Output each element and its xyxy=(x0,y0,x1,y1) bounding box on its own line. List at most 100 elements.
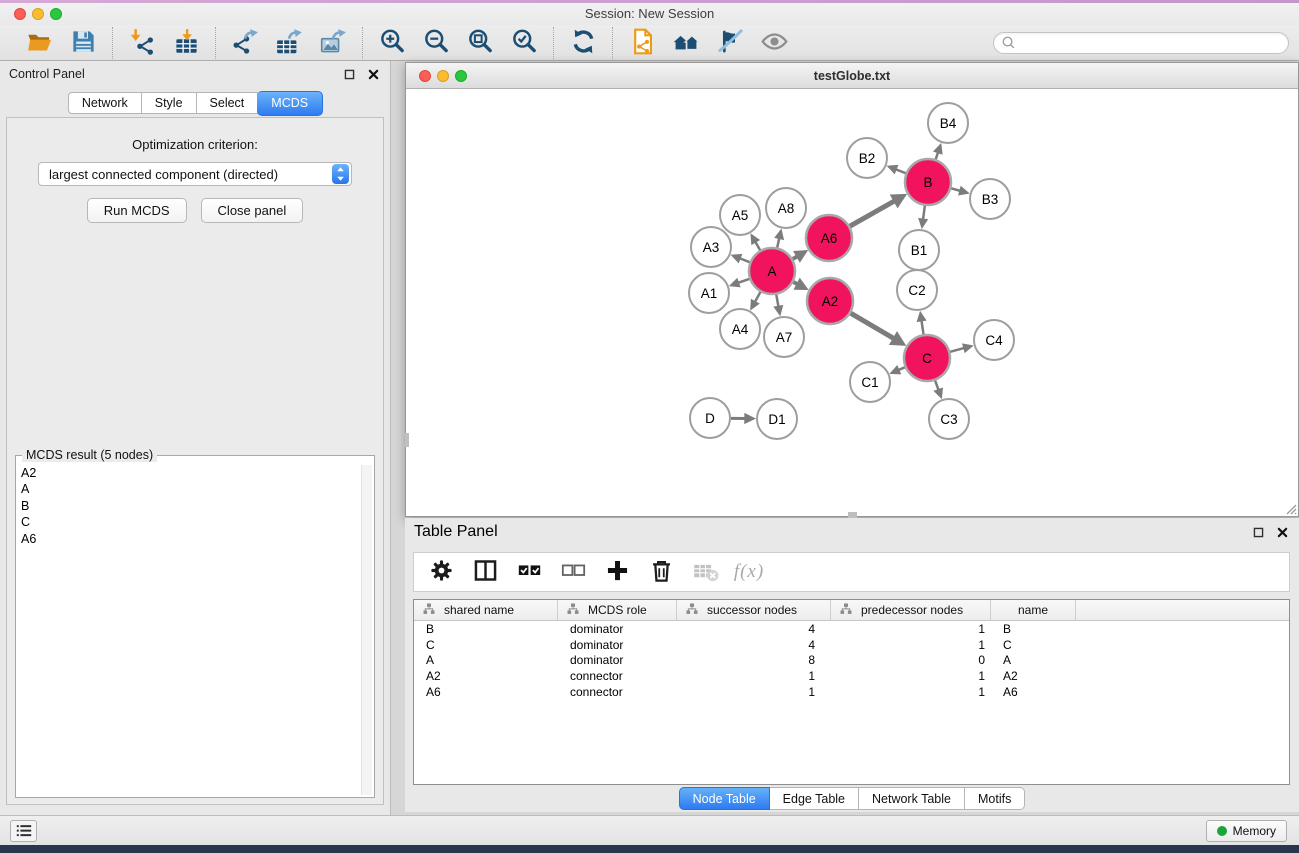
resize-grip-icon[interactable] xyxy=(1283,501,1297,515)
cell-name[interactable]: B xyxy=(991,622,1076,636)
export-network-button[interactable] xyxy=(227,28,263,58)
zoom-window-button[interactable] xyxy=(50,8,62,20)
cell-mcds-role[interactable]: dominator xyxy=(558,638,677,652)
graph-edge-C-C2[interactable] xyxy=(921,320,923,334)
cell-successor-nodes[interactable]: 4 xyxy=(677,622,831,636)
export-image-button[interactable] xyxy=(315,28,351,58)
zoom-fit-button[interactable] xyxy=(462,28,498,58)
cell-name[interactable]: C xyxy=(991,638,1076,652)
tab-select[interactable]: Select xyxy=(197,92,259,114)
cell-successor-nodes[interactable]: 4 xyxy=(677,638,831,652)
deselect-all-button[interactable] xyxy=(556,556,590,588)
cell-predecessor-nodes[interactable]: 1 xyxy=(831,669,991,683)
graph-edge-C-C1[interactable] xyxy=(898,367,905,370)
tab-style[interactable]: Style xyxy=(142,92,197,114)
zoom-selected-button[interactable] xyxy=(506,28,542,58)
network-close-button[interactable] xyxy=(419,70,431,82)
cell-shared-name[interactable]: C xyxy=(414,638,558,652)
zoom-out-button[interactable] xyxy=(418,28,454,58)
tab-motifs[interactable]: Motifs xyxy=(965,787,1025,810)
graph-edge-A-A7[interactable] xyxy=(776,295,778,307)
save-session-button[interactable] xyxy=(65,28,101,58)
settings-button[interactable] xyxy=(424,556,458,588)
table-panel-close-button[interactable] xyxy=(1274,524,1290,540)
open-file-button[interactable] xyxy=(21,28,57,58)
mcds-result-list[interactable]: A2ABCA6 xyxy=(19,465,360,794)
network-zoom-button[interactable] xyxy=(455,70,467,82)
task-history-button[interactable] xyxy=(10,820,37,842)
tab-network-table[interactable]: Network Table xyxy=(859,787,965,810)
cell-predecessor-nodes[interactable]: 1 xyxy=(831,685,991,699)
cell-name[interactable]: A xyxy=(991,653,1076,667)
cell-shared-name[interactable]: A xyxy=(414,653,558,667)
graph-edge-A-A5[interactable] xyxy=(755,242,760,250)
home-button[interactable] xyxy=(668,28,704,58)
delete-column-button[interactable] xyxy=(644,556,678,588)
column-header-mcds-role[interactable]: MCDS role xyxy=(558,600,677,620)
cell-mcds-role[interactable]: connector xyxy=(558,685,677,699)
column-header-successor-nodes[interactable]: successor nodes xyxy=(677,600,831,620)
cell-predecessor-nodes[interactable]: 0 xyxy=(831,653,991,667)
memory-button[interactable]: Memory xyxy=(1206,820,1287,842)
control-panel-close-button[interactable] xyxy=(365,66,381,82)
mcds-result-item[interactable]: A6 xyxy=(19,531,360,547)
cell-shared-name[interactable]: A6 xyxy=(414,685,558,699)
refresh-button[interactable] xyxy=(565,28,601,58)
zoom-in-button[interactable] xyxy=(374,28,410,58)
network-from-file-button[interactable] xyxy=(624,28,660,58)
mcds-result-item[interactable]: C xyxy=(19,514,360,530)
cell-successor-nodes[interactable]: 8 xyxy=(677,653,831,667)
graph-edge-A6-B[interactable] xyxy=(850,201,895,226)
dropdown-stepper-icon[interactable] xyxy=(332,164,349,184)
table-row[interactable]: Bdominator41B xyxy=(414,621,1289,637)
graph-edge-A-A1[interactable] xyxy=(738,279,749,283)
criterion-dropdown[interactable]: largest connected component (directed) xyxy=(38,162,352,186)
add-column-button[interactable] xyxy=(600,556,634,588)
function-builder-button[interactable]: f(x) xyxy=(732,556,766,588)
search-input[interactable] xyxy=(1016,36,1281,50)
column-header-predecessor-nodes[interactable]: predecessor nodes xyxy=(831,600,991,620)
column-header-name[interactable]: name xyxy=(991,600,1076,620)
graph-edge-C-C3[interactable] xyxy=(935,381,938,390)
hide-labels-button[interactable] xyxy=(712,28,748,58)
tab-mcds[interactable]: MCDS xyxy=(257,91,323,116)
cell-mcds-role[interactable]: dominator xyxy=(558,653,677,667)
minimize-window-button[interactable] xyxy=(32,8,44,20)
cell-shared-name[interactable]: A2 xyxy=(414,669,558,683)
cell-name[interactable]: A2 xyxy=(991,669,1076,683)
table-row[interactable]: A2connector11A2 xyxy=(414,668,1289,684)
graph-edge-C-C4[interactable] xyxy=(950,348,964,352)
table-row[interactable]: A6connector11A6 xyxy=(414,684,1289,700)
control-panel-float-button[interactable] xyxy=(341,66,357,82)
cell-shared-name[interactable]: B xyxy=(414,622,558,636)
tab-edge-table[interactable]: Edge Table xyxy=(770,787,859,810)
table-row[interactable]: Adominator80A xyxy=(414,653,1289,669)
graph-edge-B-B3[interactable] xyxy=(951,188,960,191)
cell-predecessor-nodes[interactable]: 1 xyxy=(831,622,991,636)
mcds-result-scrollbar[interactable] xyxy=(361,465,372,795)
cell-successor-nodes[interactable]: 1 xyxy=(677,685,831,699)
column-header-shared-name[interactable]: shared name xyxy=(414,600,558,620)
show-eye-button[interactable] xyxy=(756,28,792,58)
graph-edge-A-A3[interactable] xyxy=(740,258,750,262)
cell-mcds-role[interactable]: connector xyxy=(558,669,677,683)
import-network-button[interactable] xyxy=(124,28,160,58)
search-field[interactable] xyxy=(993,32,1289,54)
import-table-button[interactable] xyxy=(168,28,204,58)
mcds-result-item[interactable]: A xyxy=(19,481,360,497)
graph-edge-B-B4[interactable] xyxy=(936,152,938,159)
close-panel-button[interactable]: Close panel xyxy=(201,198,304,223)
graph-edge-A-A4[interactable] xyxy=(755,292,761,302)
export-table-button[interactable] xyxy=(271,28,307,58)
column-layout-button[interactable] xyxy=(468,556,502,588)
run-mcds-button[interactable]: Run MCDS xyxy=(87,198,187,223)
mcds-result-item[interactable]: B xyxy=(19,498,360,514)
tab-node-table[interactable]: Node Table xyxy=(679,787,770,810)
cell-successor-nodes[interactable]: 1 xyxy=(677,669,831,683)
close-window-button[interactable] xyxy=(14,8,26,20)
graph-edge-B-B1[interactable] xyxy=(923,206,925,220)
table-panel-float-button[interactable] xyxy=(1250,524,1266,540)
cell-predecessor-nodes[interactable]: 1 xyxy=(831,638,991,652)
network-minimize-button[interactable] xyxy=(437,70,449,82)
tab-network[interactable]: Network xyxy=(68,92,142,114)
